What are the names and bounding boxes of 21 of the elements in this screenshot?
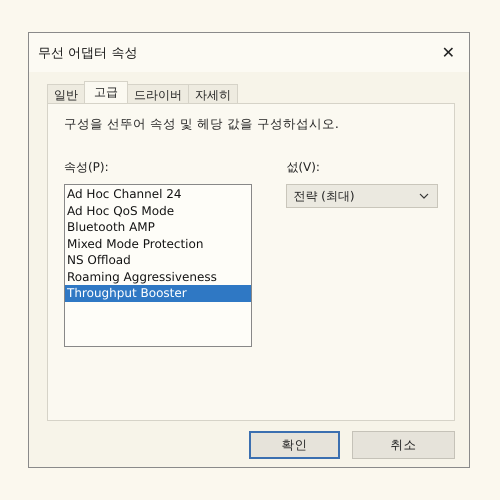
- close-button[interactable]: ✕: [438, 41, 459, 64]
- property-item[interactable]: Mixed Mode Protection: [65, 236, 252, 252]
- chevron-down-icon: [419, 193, 429, 199]
- property-item[interactable]: Ad Hoc QoS Mode: [65, 202, 252, 219]
- property-item[interactable]: Roaming Aggressiveness: [65, 268, 252, 285]
- tab[interactable]: 드라이버: [127, 84, 189, 103]
- dialog-button[interactable]: 취소: [352, 431, 455, 459]
- dialog-button[interactable]: 확인: [249, 431, 340, 459]
- property-label: 속성(P):: [64, 159, 110, 176]
- value-label: 섮(V):: [286, 159, 321, 176]
- property-list[interactable]: Ad Hoc Channel 24 Ad Hoc QoS Mode Bluetooth AMP Mixed Mode Protection NS Offload Roaming Aggressiveness Throughput Booster: [64, 184, 252, 347]
- tab[interactable]: 고급: [84, 81, 128, 103]
- tab[interactable]: 일반: [47, 84, 85, 103]
- value-dropdown[interactable]: 전략 (최대): [286, 184, 438, 208]
- property-item[interactable]: Throughput Booster: [65, 285, 252, 302]
- property-item[interactable]: NS Offload: [65, 252, 252, 268]
- property-item[interactable]: Ad Hoc Channel 24: [65, 186, 252, 202]
- instruction-text: 구성을 선뚜어 속성 및 헤당 값을 구성하섭시오.: [64, 116, 340, 133]
- property-item[interactable]: Bluetooth AMP: [65, 219, 252, 236]
- tab[interactable]: 자세히: [188, 84, 238, 103]
- window-title: 무선 어댑터 속성: [38, 44, 138, 62]
